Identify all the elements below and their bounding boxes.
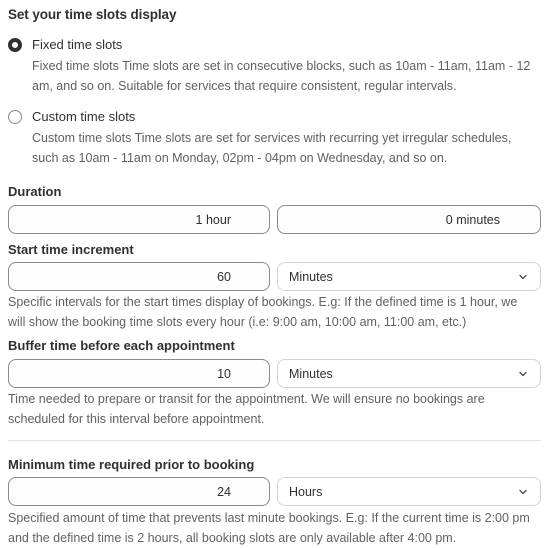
chevron-down-icon — [519, 274, 527, 279]
buffer-unit: Minutes — [289, 366, 333, 381]
start-increment-value: 60 — [217, 269, 231, 284]
duration-minutes-value: 0 minutes — [445, 212, 500, 227]
minimum-notice-value: 24 — [217, 484, 231, 499]
fixed-time-slots-description: Fixed time slots Time slots are set in c… — [32, 56, 542, 96]
custom-time-slots-radio[interactable] — [8, 110, 22, 124]
duration-hours-input[interactable]: 1 hour — [8, 205, 270, 234]
help-line: Specific intervals for the start times d… — [8, 295, 518, 309]
description-line: am, and so on. Suitable for services tha… — [32, 79, 457, 93]
fixed-time-slots-label[interactable]: Fixed time slots — [32, 37, 122, 52]
custom-time-slots-description: Custom time slots Time slots are set for… — [32, 128, 542, 168]
start-increment-unit-select[interactable]: Minutes — [277, 262, 541, 291]
buffer-input[interactable]: 10 — [8, 359, 270, 388]
help-line: will show the booking time slots every h… — [8, 315, 467, 329]
minimum-notice-unit: Hours — [289, 484, 323, 499]
description-line: such as 10am - 11am on Monday, 02pm - 04… — [32, 151, 448, 165]
buffer-unit-select[interactable]: Minutes — [277, 359, 541, 388]
minimum-notice-label: Minimum time required prior to booking — [8, 457, 255, 472]
start-increment-input[interactable]: 60 — [8, 262, 270, 291]
start-increment-label: Start time increment — [8, 242, 134, 257]
buffer-value: 10 — [217, 366, 231, 381]
chevron-down-icon — [519, 489, 527, 494]
description-line: Custom time slots Time slots are set for… — [32, 131, 512, 145]
help-line: Time needed to prepare or transit for th… — [8, 392, 485, 406]
start-increment-unit: Minutes — [289, 269, 333, 284]
help-line: Specified amount of time that prevents l… — [8, 511, 530, 525]
buffer-label: Buffer time before each appointment — [8, 338, 235, 353]
minimum-notice-input[interactable]: 24 — [8, 477, 270, 506]
duration-label: Duration — [8, 184, 62, 199]
start-increment-help: Specific intervals for the start times d… — [8, 292, 543, 332]
duration-hours-value: 1 hour — [195, 212, 231, 227]
section-title: Set your time slots display — [8, 7, 177, 22]
duration-minutes-input[interactable]: 0 minutes — [277, 205, 541, 234]
chevron-down-icon — [519, 371, 527, 376]
section-divider — [8, 440, 541, 441]
fixed-time-slots-radio[interactable] — [8, 38, 22, 52]
description-line: Fixed time slots Time slots are set in c… — [32, 59, 531, 73]
buffer-help: Time needed to prepare or transit for th… — [8, 389, 543, 429]
help-line: scheduled for this interval before appoi… — [8, 412, 265, 426]
minimum-notice-help: Specified amount of time that prevents l… — [8, 508, 543, 548]
custom-time-slots-label[interactable]: Custom time slots — [32, 109, 135, 124]
help-line: and the defined time is 2 hours, all boo… — [8, 531, 457, 545]
minimum-notice-unit-select[interactable]: Hours — [277, 477, 541, 506]
